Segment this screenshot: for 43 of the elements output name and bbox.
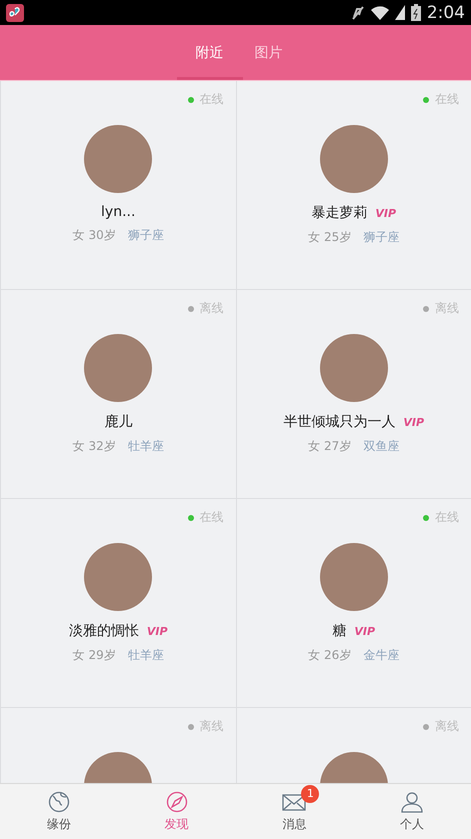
user-gender-age: 女 30岁 xyxy=(72,227,116,244)
user-name: 淡雅的惆怅 xyxy=(68,622,139,640)
status-label: 在线 xyxy=(200,509,224,526)
person-icon xyxy=(401,790,424,812)
status-label: 在线 xyxy=(435,91,459,108)
nav-tab[interactable]: 缘份 xyxy=(0,784,118,839)
user-name: 暴走萝莉 xyxy=(311,204,368,222)
signal-icon xyxy=(394,5,405,20)
zodiac-label: 牡羊座 xyxy=(128,438,164,455)
vip-label: VIP xyxy=(375,206,396,220)
user-name: 半世倾城只为一人 xyxy=(283,413,396,431)
zodiac-label: 牡羊座 xyxy=(128,647,164,664)
zodiac-label: 金牛座 xyxy=(363,647,400,664)
user-gender-age: 女 27岁 xyxy=(308,438,352,455)
zodiac-label: 狮子座 xyxy=(363,229,400,246)
user-name: 鹿儿 xyxy=(104,413,132,431)
status-label: 离线 xyxy=(200,718,224,735)
mute-icon xyxy=(350,4,365,20)
compass-icon xyxy=(166,790,188,812)
nav-tab[interactable]: 1 消息 xyxy=(236,784,354,839)
zodiac-label: 双鱼座 xyxy=(363,438,400,455)
user-gender-age: 女 25岁 xyxy=(308,229,352,246)
user-gender-age: 女 29岁 xyxy=(72,647,116,664)
wifi-icon xyxy=(370,5,389,20)
app-icon xyxy=(6,4,24,22)
status-label: 在线 xyxy=(200,91,224,108)
vip-label: VIP xyxy=(146,624,168,638)
vip-label: VIP xyxy=(354,624,376,638)
zodiac-label: 狮子座 xyxy=(128,227,164,244)
globe-icon xyxy=(48,790,70,812)
status-label: 离线 xyxy=(200,300,224,317)
battery-icon xyxy=(410,4,421,21)
user-gender-age: 女 26岁 xyxy=(308,647,352,664)
notification-badge: 1 xyxy=(301,784,320,802)
user-name: 糖 xyxy=(332,622,346,640)
clock-time: 2:04 xyxy=(426,2,465,22)
status-label: 离线 xyxy=(435,300,459,317)
user-gender-age: 女 32岁 xyxy=(72,438,116,455)
nav-tab[interactable]: 个人 xyxy=(353,784,471,839)
user-name: lyn... xyxy=(101,204,136,220)
status-label: 离线 xyxy=(435,718,459,735)
vip-label: VIP xyxy=(403,416,424,428)
status-label: 在线 xyxy=(435,509,459,526)
